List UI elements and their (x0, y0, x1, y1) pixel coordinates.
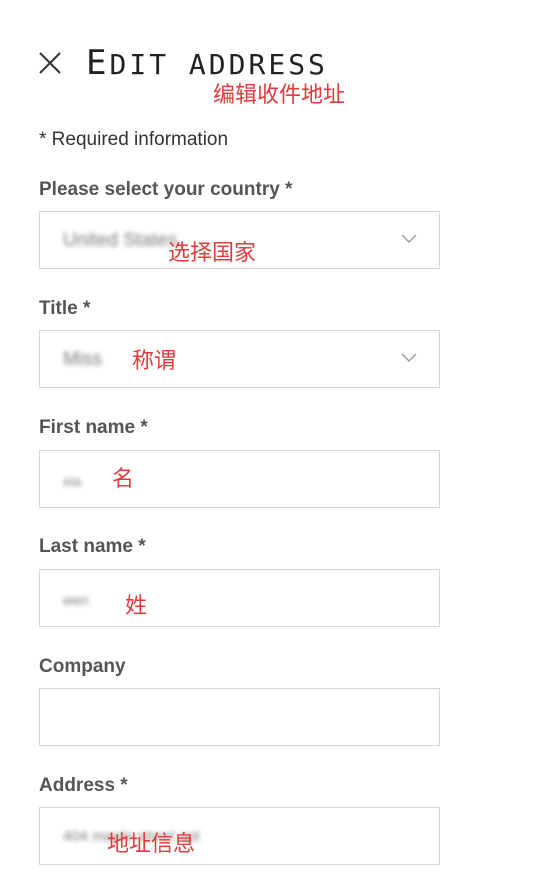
last-name-value: wen (63, 592, 89, 608)
title-field-annotation: 称谓 (132, 349, 177, 374)
country-annotation: 选择国家 (168, 241, 257, 266)
address-label: Address * (39, 775, 128, 796)
title-label: Title * (39, 298, 91, 319)
country-label: Please select your country * (39, 179, 293, 200)
country-value: United States (63, 230, 178, 251)
company-label: Company (39, 656, 126, 677)
last-name-field[interactable]: wen (39, 569, 440, 627)
page-title-initial: E (86, 43, 110, 83)
address-field[interactable]: 404 maple street apt (39, 807, 440, 865)
title-annotation: 编辑收件地址 (213, 83, 346, 108)
page-title-rest: DIT ADDRESS (109, 48, 328, 81)
chevron-down-icon (401, 353, 417, 363)
title-select[interactable]: Miss (39, 330, 440, 388)
close-icon[interactable] (38, 51, 62, 75)
title-value: Miss (63, 349, 103, 370)
first-name-annotation: 名 (112, 467, 135, 492)
chevron-down-icon (401, 234, 417, 244)
required-note: * Required information (39, 129, 229, 150)
address-annotation: 地址信息 (107, 832, 196, 857)
first-name-label: First name * (39, 417, 148, 438)
last-name-annotation: 姓 (125, 594, 148, 619)
page-header: EDIT ADDRESS (38, 38, 328, 88)
first-name-value: xia (63, 473, 81, 489)
last-name-label: Last name * (39, 536, 146, 557)
page-title: EDIT ADDRESS (86, 46, 328, 80)
first-name-field[interactable]: xia (39, 450, 440, 508)
company-field[interactable] (39, 688, 440, 746)
